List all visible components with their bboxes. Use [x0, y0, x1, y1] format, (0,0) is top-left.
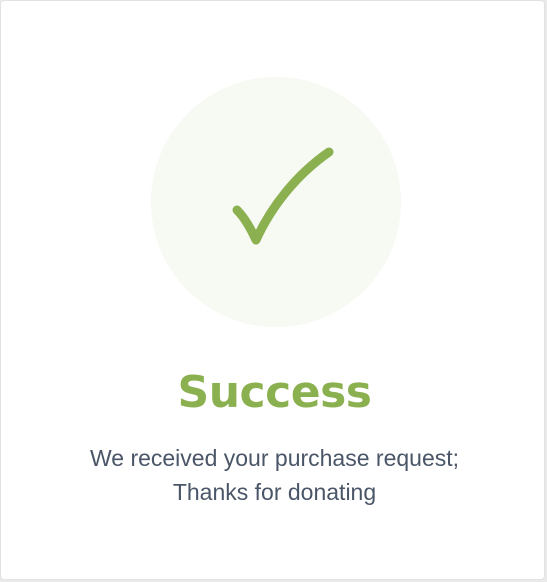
success-message-line-1: We received your purchase request; [89, 445, 460, 471]
success-title: Success [177, 367, 372, 418]
success-icon-circle [151, 77, 401, 327]
success-dialog: Success We received your purchase reques… [0, 0, 545, 580]
success-message-line-2: Thanks for donating [172, 479, 377, 505]
success-message: We received your purchase request; Thank… [1, 441, 547, 509]
checkmark-icon [232, 147, 334, 245]
